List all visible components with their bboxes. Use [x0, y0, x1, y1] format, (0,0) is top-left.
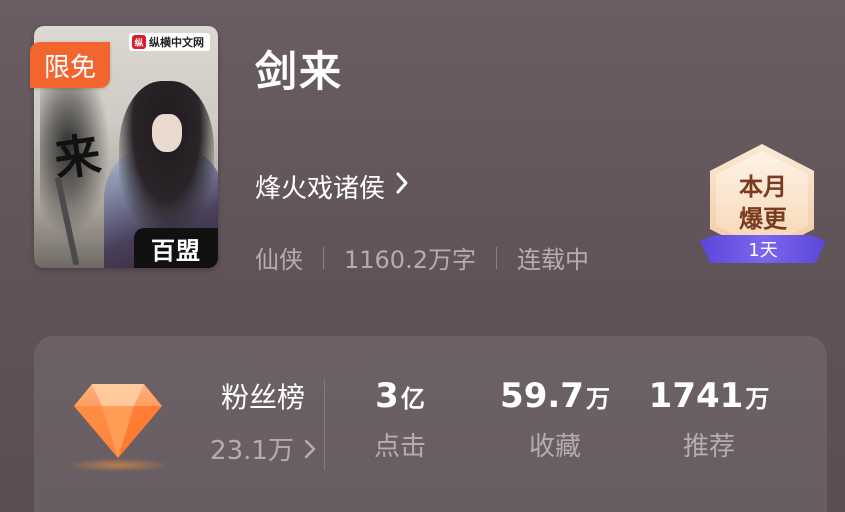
publisher-name: 纵横中文网 — [149, 36, 204, 49]
stat-favorites-unit: 万 — [585, 385, 610, 413]
fan-ranking-value: 23.1万 — [188, 430, 338, 467]
fan-ranking[interactable]: 粉丝榜 23.1万 — [188, 376, 338, 467]
badge-line-1: 本月 — [739, 172, 787, 201]
chevron-right-icon — [304, 436, 316, 466]
stat-clicks-label: 点击 — [373, 432, 426, 462]
badge-ribbon: 1天 — [700, 235, 826, 263]
diamond-glow — [66, 458, 170, 472]
cover-figure-face — [152, 114, 182, 152]
stat-recommend-label: 推荐 — [682, 432, 735, 462]
stat-recommend-number: 1741 — [648, 376, 744, 416]
publisher-logo: 纵 纵横中文网 — [129, 33, 210, 51]
badge-line-2: 爆更 — [739, 204, 787, 233]
stat-clicks-unit: 亿 — [400, 385, 425, 413]
stat-recommend-unit: 万 — [745, 385, 770, 413]
cover-corner-label: 百盟 — [134, 228, 218, 268]
cover-figure-hair — [119, 81, 214, 231]
meta-divider — [495, 246, 497, 269]
meta-divider — [323, 246, 324, 269]
fan-ranking-number: 23.1万 — [210, 436, 294, 466]
book-meta: 仙侠 1160.2万字 连载中 — [255, 240, 589, 275]
stat-clicks: 3亿 点击 — [325, 376, 475, 463]
diamond-icon — [72, 380, 164, 460]
status-tag: 连载中 — [516, 246, 589, 274]
word-count: 1160.2万字 — [344, 246, 476, 274]
free-badge: 限免 — [30, 42, 110, 88]
publisher-logo-icon: 纵 — [132, 35, 146, 49]
book-title: 剑来 — [255, 47, 344, 96]
fan-ranking-label: 粉丝榜 — [220, 381, 305, 414]
stats-card: 粉丝榜 23.1万 3亿 点击 59.7万 收藏 1741万 推荐 — [34, 336, 827, 512]
stat-clicks-number: 3 — [375, 376, 399, 416]
monthly-update-badge[interactable]: 本月 爆更 1天 — [700, 142, 826, 270]
genre-tag: 仙侠 — [255, 246, 303, 274]
stat-recommend: 1741万 推荐 — [634, 376, 784, 463]
stat-favorites-label: 收藏 — [528, 432, 581, 462]
author-link[interactable]: 烽火戏诸侯 — [255, 168, 409, 205]
author-name: 烽火戏诸侯 — [255, 174, 386, 204]
stat-favorites: 59.7万 收藏 — [480, 376, 630, 463]
stat-favorites-number: 59.7 — [500, 376, 584, 416]
chevron-right-icon — [395, 171, 409, 202]
